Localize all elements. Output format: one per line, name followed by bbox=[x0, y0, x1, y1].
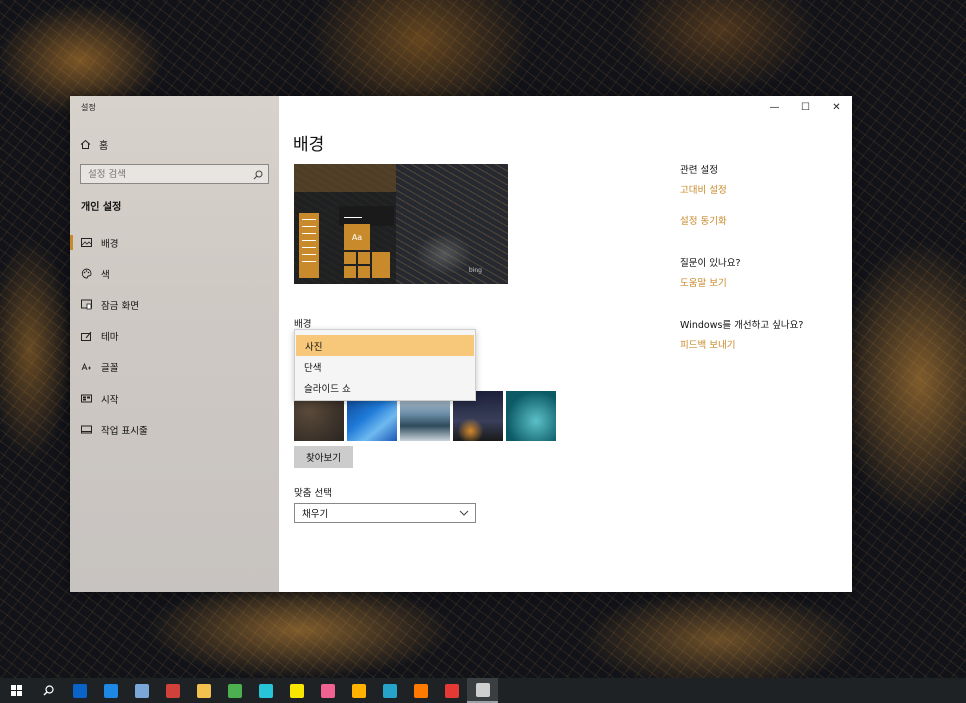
sidebar-item-taskbar[interactable]: 작업 표시줄 bbox=[70, 414, 279, 445]
fit-label: 맞춤 선택 bbox=[294, 488, 332, 499]
search-app-icon bbox=[413, 683, 428, 698]
background-preview: Aa bing bbox=[294, 164, 508, 284]
taskbar-app-button[interactable] bbox=[343, 678, 374, 703]
taskbar-app-button[interactable] bbox=[188, 678, 219, 703]
sidebar-item-start[interactable]: 시작 bbox=[70, 383, 279, 414]
taskbar-app-button[interactable] bbox=[436, 678, 467, 703]
browse-button[interactable]: 찾아보기 bbox=[294, 446, 353, 468]
preview-tile-aa: Aa bbox=[344, 224, 370, 250]
edge-icon bbox=[103, 683, 118, 698]
preview-list bbox=[299, 213, 319, 278]
settings-window: 설정 홈 개인 설정 배경 bbox=[70, 96, 852, 592]
taskbar-app-button[interactable] bbox=[95, 678, 126, 703]
sidebar-item-lock-screen[interactable]: 잠금 화면 bbox=[70, 289, 279, 320]
background-type-dropdown[interactable]: 사진 단색 슬라이드 쇼 bbox=[294, 329, 476, 401]
taskbar-app-button[interactable] bbox=[219, 678, 250, 703]
sidebar-item-theme[interactable]: 테마 bbox=[70, 321, 279, 352]
phone-app-icon bbox=[382, 683, 397, 698]
start-button[interactable] bbox=[0, 678, 32, 703]
taskbar bbox=[0, 678, 966, 703]
window-title: 설정 bbox=[81, 103, 96, 112]
dropdown-option-slideshow[interactable]: 슬라이드 쇼 bbox=[295, 377, 475, 398]
search-field[interactable] bbox=[80, 164, 269, 184]
related-heading: 관련 설정 bbox=[680, 165, 718, 176]
sidebar-item-label: 글꼴 bbox=[101, 363, 119, 375]
notepad-icon bbox=[134, 683, 149, 698]
taskbar-app-button[interactable] bbox=[405, 678, 436, 703]
page-title: 배경 bbox=[293, 135, 325, 155]
kakaotalk-icon bbox=[289, 683, 304, 698]
chrome-icon bbox=[227, 683, 242, 698]
taskbar-icon bbox=[81, 424, 92, 435]
bird-app-icon bbox=[258, 683, 273, 698]
preview-top-bar bbox=[294, 164, 396, 192]
search-icon[interactable] bbox=[253, 165, 263, 184]
section-title: 개인 설정 bbox=[81, 202, 122, 213]
preview-window: Aa bbox=[339, 206, 394, 278]
taskbar-app-button[interactable] bbox=[126, 678, 157, 703]
taskbar-app-button[interactable] bbox=[250, 678, 281, 703]
acrobat-icon bbox=[444, 683, 459, 698]
chevron-down-icon bbox=[459, 508, 469, 519]
sidebar-item-label: 잠금 화면 bbox=[101, 300, 139, 312]
sidebar-nav: 배경 색 잠금 화면 테마 글꼴 시작 작업 표시줄 bbox=[70, 227, 279, 445]
sidebar: 설정 홈 개인 설정 배경 bbox=[70, 96, 279, 592]
fit-select[interactable]: 채우기 bbox=[294, 503, 476, 523]
taskbar-search-button[interactable] bbox=[32, 678, 64, 703]
sync-settings-link[interactable]: 설정 동기화 bbox=[680, 213, 848, 227]
help-heading: 질문이 있나요? bbox=[680, 258, 741, 269]
taskbar-app-button[interactable] bbox=[157, 678, 188, 703]
theme-icon bbox=[81, 331, 92, 342]
video-app-icon bbox=[351, 683, 366, 698]
app-red-icon bbox=[165, 683, 180, 698]
recent-image-thumb[interactable] bbox=[506, 391, 556, 441]
fit-select-value: 채우기 bbox=[302, 509, 329, 520]
taskbar-app-button[interactable] bbox=[467, 678, 498, 703]
sidebar-item-background[interactable]: 배경 bbox=[70, 227, 279, 258]
home-icon bbox=[80, 139, 91, 150]
preview-bing-logo: bing bbox=[468, 267, 482, 274]
windows-logo-icon bbox=[10, 685, 22, 696]
sidebar-item-label: 시작 bbox=[101, 394, 119, 406]
start-icon bbox=[81, 393, 92, 404]
outlook-icon bbox=[72, 683, 87, 698]
palette-icon bbox=[81, 268, 92, 279]
background-label: 배경 bbox=[294, 319, 312, 330]
dropdown-option-solid-color[interactable]: 단색 bbox=[295, 356, 475, 377]
taskbar-app-button[interactable] bbox=[64, 678, 95, 703]
taskbar-apps bbox=[64, 678, 498, 703]
sidebar-item-color[interactable]: 색 bbox=[70, 258, 279, 289]
sidebar-item-label: 작업 표시줄 bbox=[101, 425, 148, 437]
settings-icon bbox=[475, 682, 490, 697]
taskbar-app-button[interactable] bbox=[281, 678, 312, 703]
picture-icon bbox=[81, 237, 92, 248]
sidebar-item-label: 색 bbox=[101, 269, 110, 281]
sidebar-item-label: 배경 bbox=[101, 238, 119, 250]
get-help-link[interactable]: 도움말 보기 bbox=[680, 275, 848, 289]
home-link[interactable]: 홈 bbox=[80, 136, 108, 152]
related-settings: 관련 설정 고대비 설정 설정 동기화 질문이 있나요? 도움말 보기 Wind… bbox=[680, 162, 848, 351]
taskbar-app-button[interactable] bbox=[374, 678, 405, 703]
sidebar-item-label: 테마 bbox=[101, 332, 119, 344]
search-icon bbox=[43, 685, 54, 696]
dropdown-option-photo[interactable]: 사진 bbox=[296, 335, 474, 356]
font-icon bbox=[81, 362, 92, 373]
search-input[interactable] bbox=[88, 168, 238, 180]
feedback-link[interactable]: 피드백 보내기 bbox=[680, 337, 848, 351]
lock-screen-icon bbox=[81, 299, 92, 310]
main-content: 배경 Aa bing 배경 사진 단색 슬라이드 쇼 찾아보기 맞춤 선택 채우… bbox=[279, 96, 852, 592]
improve-heading: Windows를 개선하고 싶나요? bbox=[680, 320, 804, 331]
sidebar-item-fonts[interactable]: 글꼴 bbox=[70, 352, 279, 383]
high-contrast-link[interactable]: 고대비 설정 bbox=[680, 182, 848, 196]
home-label: 홈 bbox=[99, 140, 109, 152]
pink-app-icon bbox=[320, 683, 335, 698]
file-explorer-icon bbox=[196, 683, 211, 698]
taskbar-app-button[interactable] bbox=[312, 678, 343, 703]
